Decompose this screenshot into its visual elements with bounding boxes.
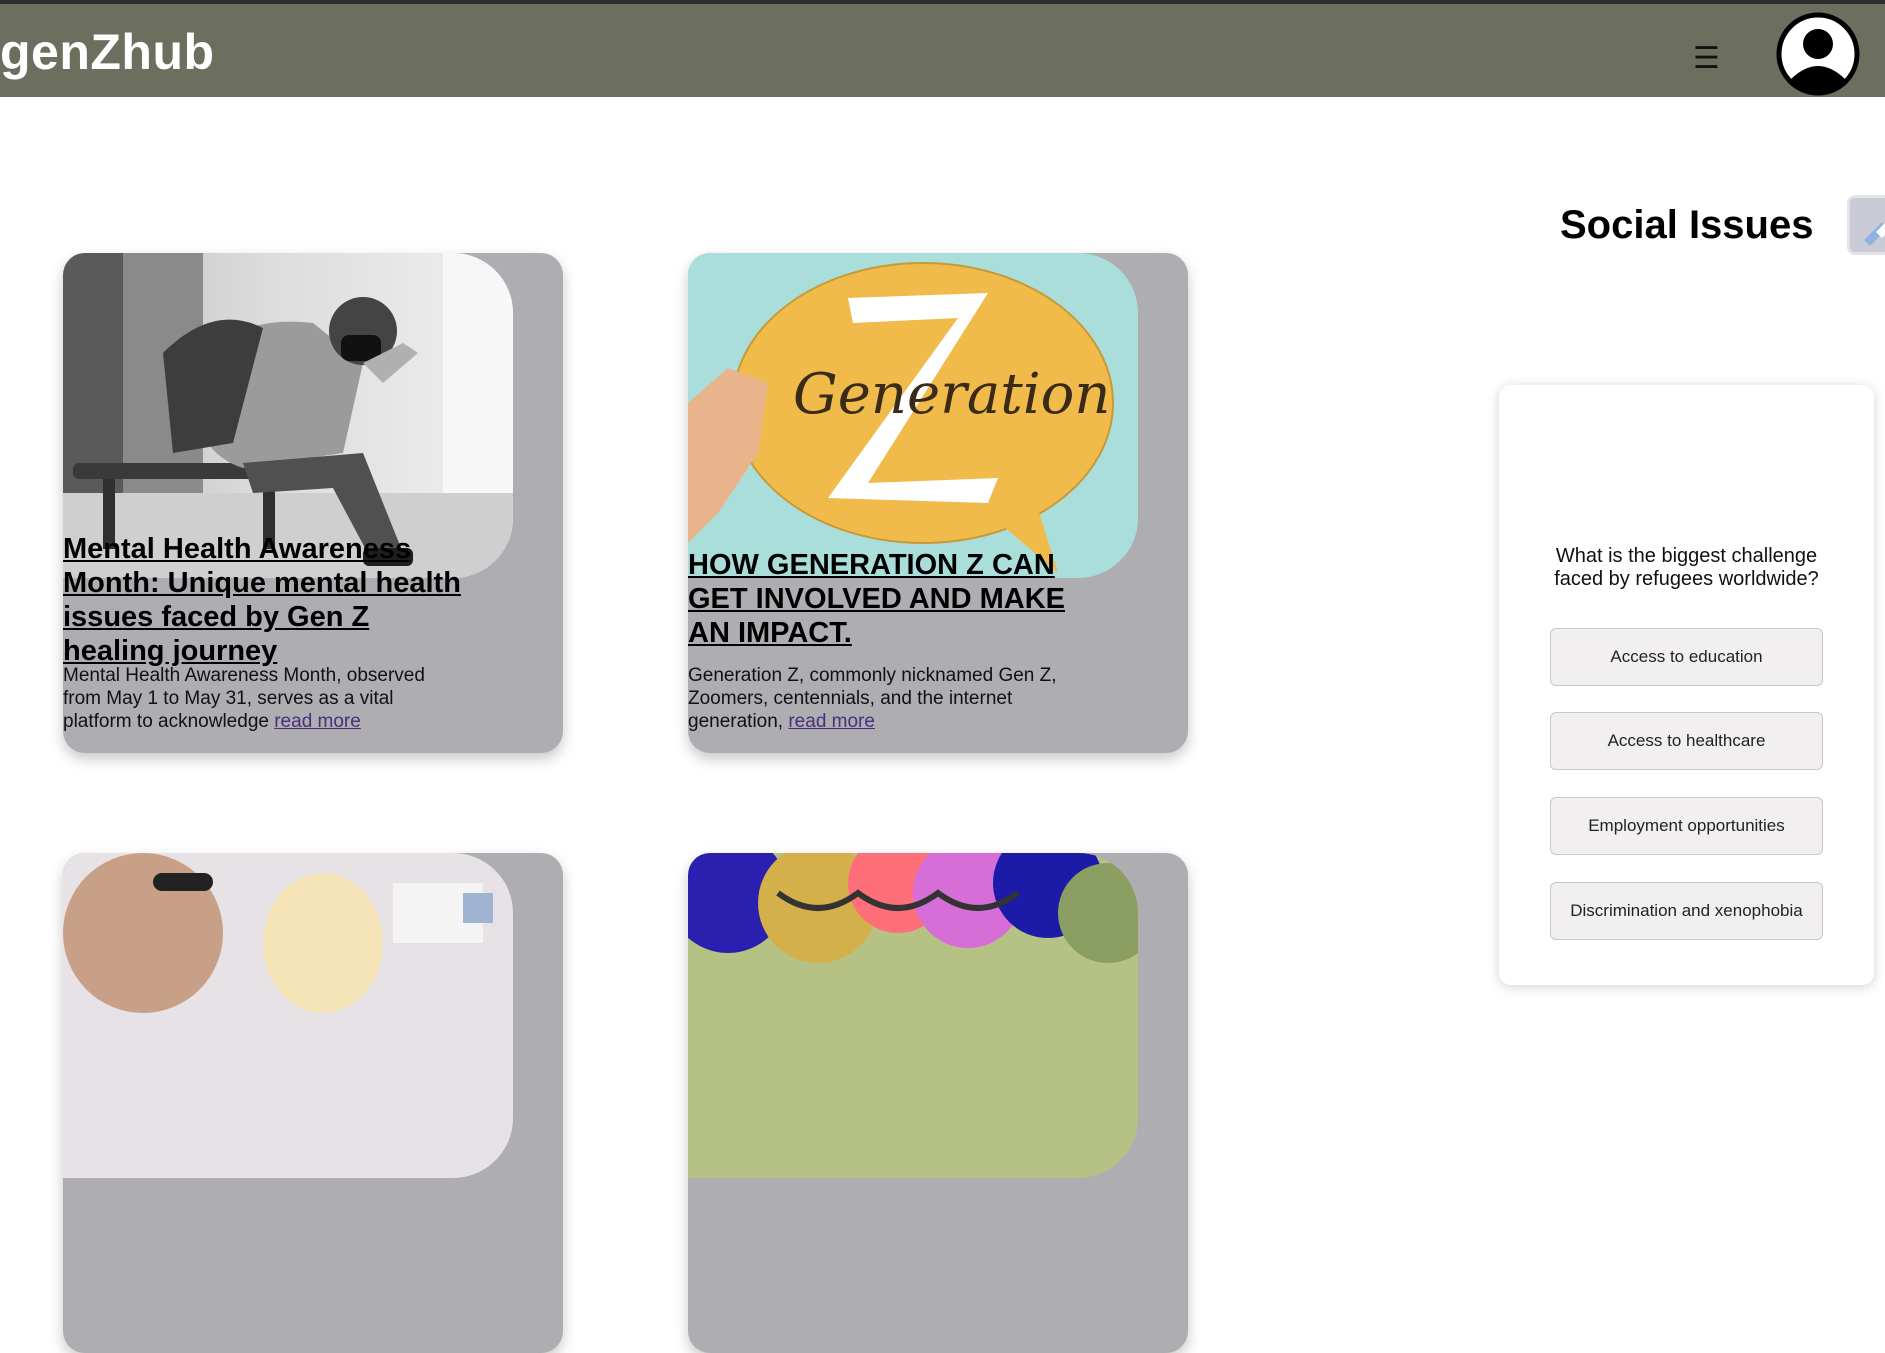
article-excerpt: Generation Z, commonly nicknamed Gen Z, …: [688, 664, 1088, 733]
poll-widget: What is the biggest challenge faced by r…: [1499, 385, 1874, 985]
poll-option-healthcare[interactable]: Access to healthcare: [1550, 712, 1823, 770]
poll-option-employment[interactable]: Employment opportunities: [1550, 797, 1823, 855]
section-title: Social Issues: [1560, 203, 1814, 247]
article-card-4[interactable]: [688, 853, 1188, 1353]
article-title[interactable]: HOW GENERATION Z CAN GET INVOLVED AND MA…: [688, 548, 1088, 650]
poll-option-education[interactable]: Access to education: [1550, 628, 1823, 686]
article-card-3[interactable]: [63, 853, 563, 1353]
read-more-link[interactable]: read more: [788, 711, 875, 732]
article-card-mental-health[interactable]: Mental Health Awareness Month: Unique me…: [63, 253, 563, 753]
poll-question: What is the biggest challenge faced by r…: [1554, 545, 1819, 590]
article-image-3[interactable]: [63, 853, 513, 1178]
article-image-generation-z[interactable]: Generation: [688, 253, 1138, 578]
article-image-4[interactable]: [688, 853, 1138, 1178]
article-excerpt-text: Mental Health Awareness Month, observed …: [63, 665, 425, 732]
user-avatar-icon[interactable]: [1776, 12, 1860, 96]
site-header: genZhub ☰: [0, 4, 1885, 97]
image-generation-text: Generation: [793, 362, 1110, 427]
site-logo[interactable]: genZhub: [0, 22, 215, 82]
article-excerpt: Mental Health Awareness Month, observed …: [63, 664, 463, 733]
edit-icon[interactable]: [1847, 195, 1885, 255]
article-card-generation-z[interactable]: Generation HOW GENERATION Z CAN GET INVO…: [688, 253, 1188, 753]
article-image-mental-health[interactable]: [63, 253, 513, 578]
poll-option-discrimination[interactable]: Discrimination and xenophobia: [1550, 882, 1823, 940]
read-more-link[interactable]: read more: [274, 711, 361, 732]
hamburger-menu-icon[interactable]: ☰: [1693, 39, 1720, 79]
article-title[interactable]: Mental Health Awareness Month: Unique me…: [63, 532, 463, 668]
